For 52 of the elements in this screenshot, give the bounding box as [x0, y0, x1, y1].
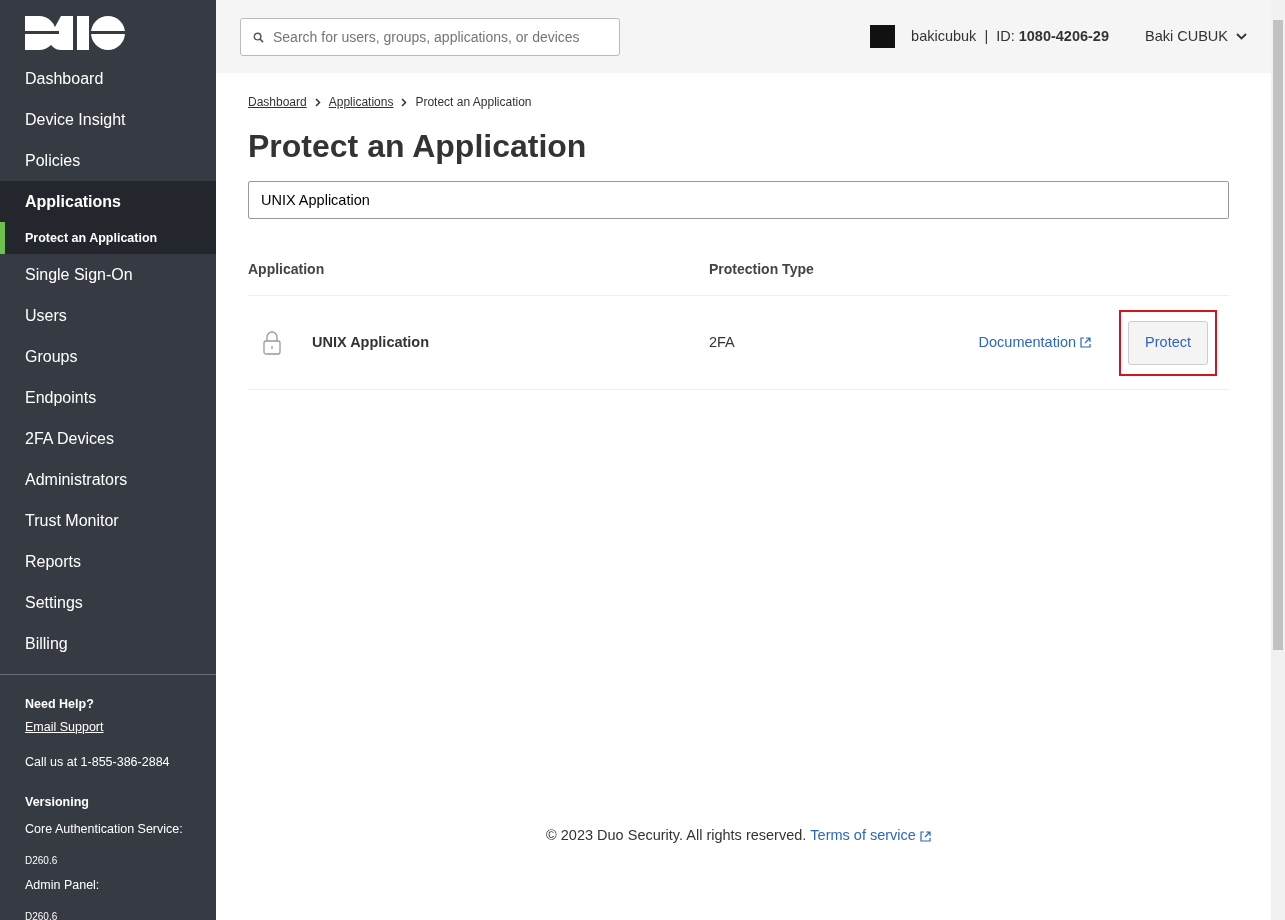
column-header: Application [248, 260, 326, 280]
user-menu[interactable]: Baki CUBUK [1145, 25, 1247, 48]
protect-button[interactable]: Protect [1128, 321, 1208, 365]
phone-text: Call us at 1-855-386-2884 [25, 753, 171, 771]
breadcrumb-current: Protect an Application [415, 94, 532, 111]
sidebar-item[interactable]: Applications [0, 181, 216, 222]
account-name: bakicubuk [911, 26, 977, 46]
sidebar-subitem[interactable]: Protect an Application [0, 222, 216, 254]
avatar-photo [870, 25, 896, 48]
id-label: ID: [996, 26, 1015, 46]
version-value: D260.6 [25, 853, 59, 868]
filter-field[interactable]: UNIX Application [248, 181, 1229, 220]
sidebar-item[interactable]: Device Insight [0, 99, 216, 140]
help-heading: Need Help? [25, 696, 95, 713]
chevron-right-icon [314, 97, 321, 107]
chevron-right-icon [401, 97, 408, 107]
sidebar-item[interactable]: Trust Monitor [0, 500, 216, 541]
sidebar-item[interactable]: Groups [0, 336, 216, 377]
breadcrumb-link[interactable]: Applications [328, 93, 394, 111]
search-field[interactable]: Search for users, groups, applications, or devices [240, 17, 620, 56]
sidebar-item[interactable]: Administrators [0, 459, 216, 500]
copyright-text: © 2023 Duo Security. All rights reserved. [546, 826, 807, 846]
application-name: UNIX Application [312, 333, 431, 352]
column-header: Protection Type [709, 260, 814, 280]
sidebar-item[interactable]: Reports [0, 541, 216, 582]
sidebar-item[interactable]: Billing [0, 623, 216, 664]
email-support-link[interactable]: Email Support [25, 717, 104, 737]
search-icon [253, 31, 264, 43]
sidebar-item[interactable]: Policies [0, 140, 216, 181]
sidebar-item[interactable]: 2FA Devices [0, 418, 216, 459]
sidebar-item[interactable]: Endpoints [0, 377, 216, 418]
version-label: Admin Panel: [25, 876, 101, 894]
terms-link[interactable]: Terms of service [810, 825, 931, 847]
sidebar-item[interactable]: Users [0, 295, 216, 336]
sidebar-item[interactable]: Single Sign-On [0, 254, 216, 295]
scrollbar[interactable] [1271, 0, 1285, 920]
version-label: Core Authentication Service: [25, 821, 184, 838]
sidebar-item[interactable]: Settings [0, 582, 216, 623]
account-id: 1080-4206-29 [1018, 26, 1109, 46]
documentation-link[interactable]: Documentation [978, 332, 1092, 354]
chevron-down-icon [1236, 33, 1247, 40]
logo-icon [25, 16, 125, 50]
padlock-icon [263, 330, 281, 356]
separator: | [984, 26, 989, 46]
external-link-icon [1080, 337, 1092, 349]
page-title: Protect an Application [248, 127, 588, 166]
sidebar-item[interactable]: Dashboard [0, 58, 216, 99]
versioning-heading: Versioning [25, 794, 90, 812]
external-link-icon [919, 830, 931, 842]
version-value: D260.6 [25, 909, 59, 920]
protection-type: 2FA [709, 333, 735, 352]
breadcrumb-link[interactable]: Dashboard [248, 93, 307, 111]
